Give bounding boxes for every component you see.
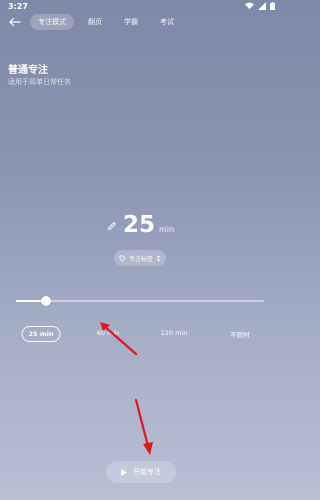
tab-focus-mode[interactable]: 专注模式	[30, 14, 74, 30]
back-arrow-icon[interactable]	[8, 15, 22, 29]
tab-top-student[interactable]: 学霸	[116, 14, 146, 30]
edit-pen-icon[interactable]	[107, 221, 117, 231]
up-down-chevron-icon	[156, 255, 161, 261]
duration-slider-track[interactable]	[16, 300, 264, 302]
start-focus-label: 开始专注	[133, 468, 161, 476]
tag-icon	[119, 255, 126, 262]
duration-option-unlimited[interactable]: 不限时	[224, 326, 256, 342]
duration-option-120[interactable]: 120 min	[155, 326, 194, 340]
timer-display[interactable]: 25 min	[0, 212, 281, 238]
wifi-icon	[245, 2, 254, 10]
mode-subtitle: 适用于简单日常任务	[8, 78, 71, 86]
mode-tabs: 专注模式 翻页 学霸 考试	[30, 14, 182, 30]
tab-page-turn[interactable]: 翻页	[80, 14, 110, 30]
annotation-arrow-lower	[134, 398, 153, 455]
duration-option-25[interactable]: 25 min	[21, 326, 61, 342]
play-icon	[121, 468, 127, 476]
focus-tag-button[interactable]: 专注标签	[114, 250, 166, 266]
duration-slider-thumb[interactable]	[40, 296, 51, 306]
mode-title: 普通专注	[8, 65, 48, 76]
start-focus-button[interactable]: 开始专注	[106, 461, 176, 483]
tab-exam[interactable]: 考试	[152, 14, 182, 30]
focus-tag-label: 专注标签	[128, 255, 153, 263]
battery-icon	[270, 2, 275, 10]
status-time: 3:27	[8, 2, 28, 11]
signal-icon	[258, 2, 266, 10]
timer-value: 25	[122, 212, 155, 238]
status-icons	[245, 2, 275, 10]
timer-unit: min	[158, 225, 175, 234]
annotation-arrow-upper	[100, 322, 138, 356]
